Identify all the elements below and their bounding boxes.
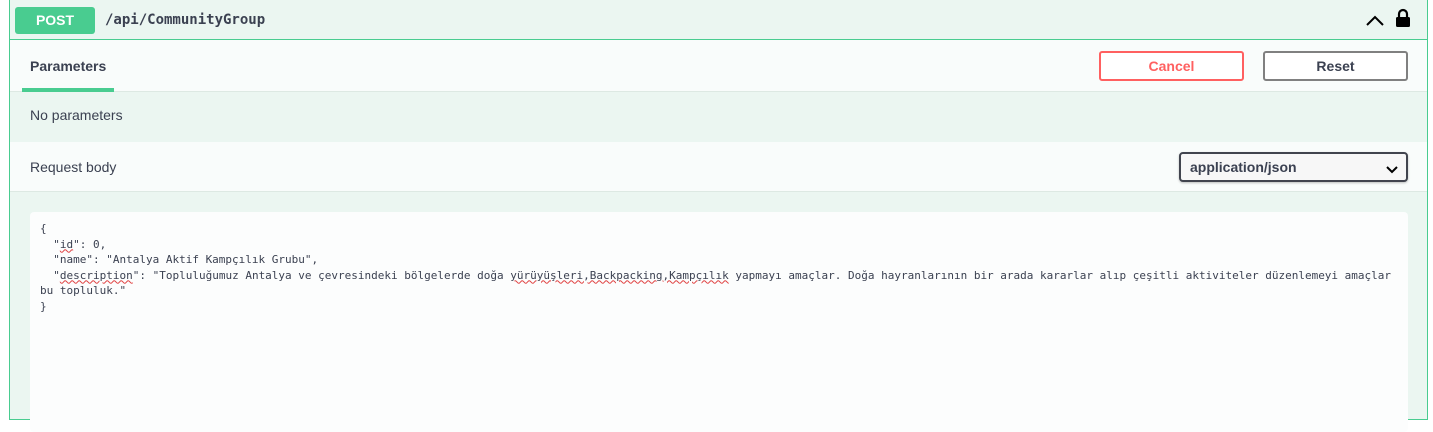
cancel-button[interactable]: Cancel [1099,51,1244,81]
request-body-header: Request body application/json [10,142,1427,192]
chevron-up-icon[interactable] [1365,11,1385,36]
content-type-select[interactable]: application/json [1179,152,1408,182]
tab-parameters-label: Parameters [30,58,107,74]
code-key-description: description [59,268,133,282]
lock-icon[interactable] [1395,8,1411,33]
code-line: "id": 0, [40,237,107,251]
parameters-header: Parameters Cancel Reset [10,40,1427,92]
code-line: "description": "Topluluğumuz Antalya ve … [40,268,1392,282]
code-line: { [40,222,47,235]
request-body-label: Request body [30,159,117,175]
operation-summary[interactable]: POST /api/CommunityGroup [10,0,1427,40]
operation-block: POST /api/CommunityGroup Parameters Canc… [9,0,1428,432]
chevron-down-icon [1386,162,1398,180]
code-line: bu topluluk." [40,284,127,297]
endpoint-path: /api/CommunityGroup [105,12,266,28]
code-misspelled-word: yürüyüşleri,Backpacking,Kampçılık [510,268,729,282]
content-type-value: application/json [1190,159,1297,175]
code-line: "name": "Antalya Aktif Kampçılık Grubu", [40,253,319,266]
tab-parameters[interactable]: Parameters [22,40,114,92]
reset-button[interactable]: Reset [1263,51,1408,81]
request-body-editor[interactable]: { "id": 0, "name": "Antalya Aktif Kampçı… [30,212,1408,432]
method-badge: POST [15,7,95,34]
no-parameters-text: No parameters [30,107,123,123]
code-line: } [40,299,47,313]
code-key-id: id [59,237,74,251]
